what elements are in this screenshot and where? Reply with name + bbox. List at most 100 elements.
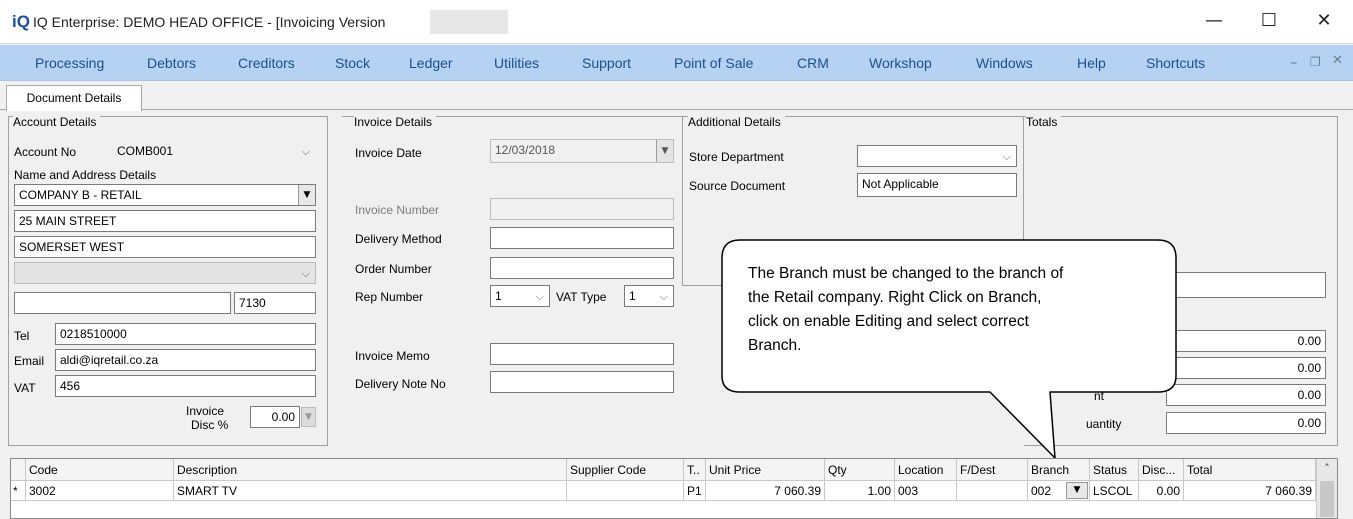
- order-number-field[interactable]: [490, 257, 674, 279]
- grid-header-code[interactable]: Code: [26, 459, 174, 481]
- mdi-close-icon[interactable]: ✕: [1332, 53, 1343, 68]
- dropdown-triangle-icon[interactable]: ▼: [656, 140, 673, 162]
- rep-number-select[interactable]: 1 ⌵: [490, 285, 550, 307]
- cell-qty[interactable]: 1.00: [825, 481, 895, 501]
- version-redacted-box: [430, 10, 508, 34]
- menu-utilities[interactable]: Utilities: [494, 55, 539, 71]
- account-no-select[interactable]: COMB001 ⌵: [112, 140, 316, 162]
- order-number-label: Order Number: [355, 262, 432, 276]
- grid-header-type[interactable]: T..: [684, 459, 706, 481]
- store-department-select[interactable]: ⌵: [857, 145, 1017, 167]
- cell-status[interactable]: LSCOL: [1090, 481, 1139, 501]
- chevron-down-icon: ⌵: [1002, 150, 1011, 163]
- address-line-3-select[interactable]: ⌵: [14, 262, 316, 284]
- address-line-1[interactable]: 25 MAIN STREET: [14, 210, 316, 232]
- totals-top-field: [1166, 272, 1326, 298]
- cell-supplier-code[interactable]: [567, 481, 684, 501]
- menu-windows[interactable]: Windows: [976, 55, 1033, 71]
- menu-stock[interactable]: Stock: [335, 55, 370, 71]
- totals-value-3: 0.00: [1166, 384, 1326, 406]
- chevron-down-icon: ⌵: [301, 145, 310, 158]
- vat-type-select[interactable]: 1 ⌵: [624, 285, 674, 307]
- grid-header-unit-price[interactable]: Unit Price: [706, 459, 825, 481]
- cell-fdest[interactable]: [957, 481, 1028, 501]
- menu-bar: Processing Debtors Creditors Stock Ledge…: [0, 45, 1353, 81]
- cell-location[interactable]: 003: [895, 481, 957, 501]
- menu-help[interactable]: Help: [1077, 55, 1106, 71]
- tel-field[interactable]: 0218510000: [55, 323, 316, 345]
- cell-branch[interactable]: 002 ▼: [1028, 481, 1090, 501]
- grid-header-branch[interactable]: Branch: [1028, 459, 1090, 481]
- additional-details-label: Additional Details: [688, 115, 785, 129]
- grid-header-disc[interactable]: Disc...: [1139, 459, 1184, 481]
- invoice-disc-field[interactable]: 0.00: [250, 406, 300, 428]
- app-logo-icon: iQ: [12, 12, 30, 31]
- additional-details-group: [682, 116, 1024, 286]
- grid-header-qty[interactable]: Qty: [825, 459, 895, 481]
- email-label: Email: [14, 354, 45, 368]
- invoice-details-group: [342, 116, 682, 446]
- cell-type[interactable]: P1: [684, 481, 706, 501]
- menu-shortcuts[interactable]: Shortcuts: [1146, 55, 1205, 71]
- menu-workshop[interactable]: Workshop: [869, 55, 932, 71]
- address-line-4[interactable]: [14, 292, 231, 314]
- mdi-minimize-icon[interactable]: –: [1290, 53, 1298, 71]
- menu-point-of-sale[interactable]: Point of Sale: [674, 55, 753, 71]
- name-field[interactable]: COMPANY B - RETAIL ▼: [14, 184, 316, 206]
- mdi-restore-icon[interactable]: ❐: [1310, 55, 1321, 69]
- postal-code-field[interactable]: 7130: [234, 292, 316, 314]
- maximize-button[interactable]: ☐: [1241, 6, 1297, 36]
- grid-header-fdest[interactable]: F/Dest: [957, 459, 1028, 481]
- chevron-up-icon[interactable]: ˄: [1317, 459, 1337, 479]
- grid-header-status[interactable]: Status: [1090, 459, 1139, 481]
- callout-line-2: the Retail company. Right Click on Branc…: [748, 289, 1042, 306]
- invoice-disc-label: Invoice: [186, 404, 225, 418]
- invoice-disc-label-2: Disc %: [191, 418, 229, 432]
- invoice-date-picker[interactable]: 12/03/2018 ▼: [490, 139, 674, 163]
- email-field[interactable]: aldi@iqretail.co.za: [55, 349, 316, 371]
- callout-line-3: click on enable Editing and select corre…: [748, 313, 1029, 330]
- callout-text: The Branch must be changed to the branch…: [748, 262, 1158, 358]
- cell-description[interactable]: SMART TV: [174, 481, 567, 501]
- account-no-label: Account No: [14, 145, 77, 159]
- dropdown-triangle-icon[interactable]: ▼: [301, 407, 316, 427]
- delivery-note-field[interactable]: [490, 371, 674, 393]
- tab-document-details[interactable]: Document Details: [6, 85, 142, 111]
- store-department-label: Store Department: [689, 150, 784, 164]
- totals-value-4: 0.00: [1166, 412, 1326, 434]
- grid-header-supplier-code[interactable]: Supplier Code: [567, 459, 684, 481]
- vat-field[interactable]: 456: [55, 375, 316, 397]
- menu-support[interactable]: Support: [582, 55, 631, 71]
- source-document-field[interactable]: Not Applicable: [857, 173, 1017, 197]
- account-no-value: COMB001: [117, 144, 174, 158]
- rep-number-label: Rep Number: [355, 290, 424, 304]
- window-title: IQ Enterprise: DEMO HEAD OFFICE - [Invoi…: [33, 14, 386, 30]
- dropdown-triangle-icon[interactable]: ▼: [1066, 482, 1088, 499]
- invoice-memo-label: Invoice Memo: [355, 349, 430, 363]
- minimize-button[interactable]: —: [1186, 6, 1242, 36]
- delivery-method-field[interactable]: [490, 227, 674, 249]
- address-line-2[interactable]: SOMERSET WEST: [14, 236, 316, 258]
- menu-debtors[interactable]: Debtors: [147, 55, 196, 71]
- totals-label-partial-2: uantity: [1086, 417, 1122, 431]
- scrollbar-thumb[interactable]: [1320, 481, 1334, 517]
- invoice-memo-field[interactable]: [490, 343, 674, 365]
- menu-ledger[interactable]: Ledger: [409, 55, 453, 71]
- delivery-method-label: Delivery Method: [355, 232, 442, 246]
- menu-creditors[interactable]: Creditors: [238, 55, 295, 71]
- grid-vertical-scrollbar[interactable]: ˄: [1316, 459, 1337, 518]
- cell-branch-value: 002: [1031, 484, 1052, 498]
- grid-header-total[interactable]: Total: [1184, 459, 1316, 481]
- grid-header-location[interactable]: Location: [895, 459, 957, 481]
- grid-header-marker: [11, 459, 26, 481]
- grid-header-description[interactable]: Description: [174, 459, 567, 481]
- menu-processing[interactable]: Processing: [35, 55, 104, 71]
- cell-disc[interactable]: 0.00: [1139, 481, 1184, 501]
- close-button[interactable]: ✕: [1296, 6, 1352, 36]
- cell-unit-price[interactable]: 7 060.39: [706, 481, 825, 501]
- cell-code[interactable]: 3002: [26, 481, 174, 501]
- dropdown-triangle-icon[interactable]: ▼: [298, 185, 315, 205]
- cell-total[interactable]: 7 060.39: [1184, 481, 1316, 501]
- menu-crm[interactable]: CRM: [797, 55, 829, 71]
- callout-line-4: Branch.: [748, 337, 802, 354]
